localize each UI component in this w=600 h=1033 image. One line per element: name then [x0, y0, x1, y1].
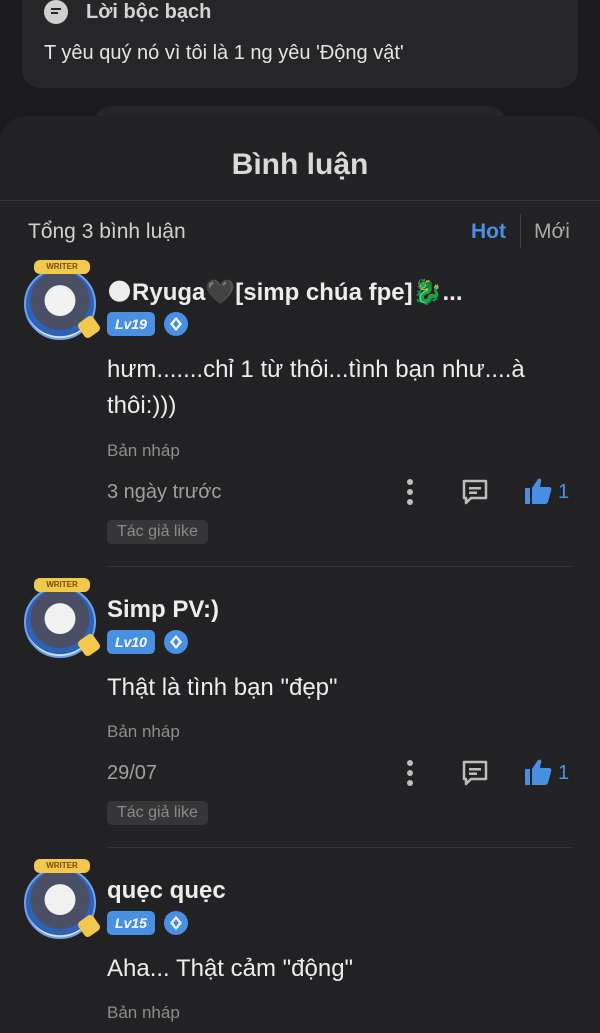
comment-text: hưm.......chỉ 1 từ thôi...tình bạn như..…: [107, 356, 525, 419]
confession-text: T yêu quý nó vì tôi là 1 ng yêu 'Động vậ…: [44, 42, 404, 64]
divider: [0, 200, 600, 201]
sort-hot-tab[interactable]: Hot: [471, 220, 506, 244]
more-options-icon[interactable]: [400, 759, 420, 787]
level-badge: Lv15: [107, 911, 155, 935]
author-like-badge: Tác giả like: [107, 520, 208, 544]
comment-divider: [107, 566, 572, 567]
confession-header: Lời bộc bạch: [44, 0, 211, 24]
more-options-icon[interactable]: [400, 478, 420, 506]
comment-time: 29/07: [107, 762, 158, 784]
comment-divider: [107, 847, 572, 848]
comment-text: Aha... Thật cảm "động": [107, 955, 354, 982]
reply-icon[interactable]: [461, 759, 489, 787]
username[interactable]: quẹc quẹc: [107, 877, 226, 905]
writer-badge: WRITER: [34, 260, 90, 274]
level-badge: Lv10: [107, 630, 155, 654]
confession-title: Lời bộc bạch: [86, 0, 212, 23]
level-badge: Lv19: [107, 312, 155, 336]
username[interactable]: Simp PV:): [107, 596, 219, 624]
sort-divider: [520, 214, 521, 248]
writer-badge: WRITER: [34, 859, 90, 873]
like-count: 1: [558, 481, 570, 503]
diamond-icon: [164, 630, 188, 654]
username[interactable]: 🌑Ryuga🖤[simp chúa fpe]🐉...: [107, 278, 463, 307]
avatar[interactable]: WRITER: [24, 260, 102, 340]
draft-label: Bản nháp: [107, 441, 180, 460]
diamond-icon: [164, 911, 188, 935]
diamond-icon: [164, 312, 188, 336]
like-count: 1: [558, 762, 570, 784]
like-icon[interactable]: [523, 476, 553, 506]
writer-badge: WRITER: [34, 578, 90, 592]
avatar[interactable]: WRITER: [24, 578, 102, 658]
comment-text: Thật là tình bạn "đẹp": [107, 674, 338, 701]
draft-label: Bản nháp: [107, 722, 180, 741]
comment-count: Tổng 3 bình luận: [28, 220, 186, 243]
author-like-badge: Tác giả like: [107, 801, 208, 825]
avatar[interactable]: WRITER: [24, 859, 102, 939]
comment-time: 3 ngày trước: [107, 481, 222, 503]
like-icon[interactable]: [523, 757, 553, 787]
draft-label: Bản nháp: [107, 1003, 180, 1022]
sort-new-tab[interactable]: Mới: [534, 220, 570, 244]
note-icon: [44, 0, 68, 24]
reply-icon[interactable]: [461, 478, 489, 506]
comments-title: Bình luận: [231, 148, 369, 181]
confession-card: Lời bộc bạch T yêu quý nó vì tôi là 1 ng…: [22, 0, 578, 88]
